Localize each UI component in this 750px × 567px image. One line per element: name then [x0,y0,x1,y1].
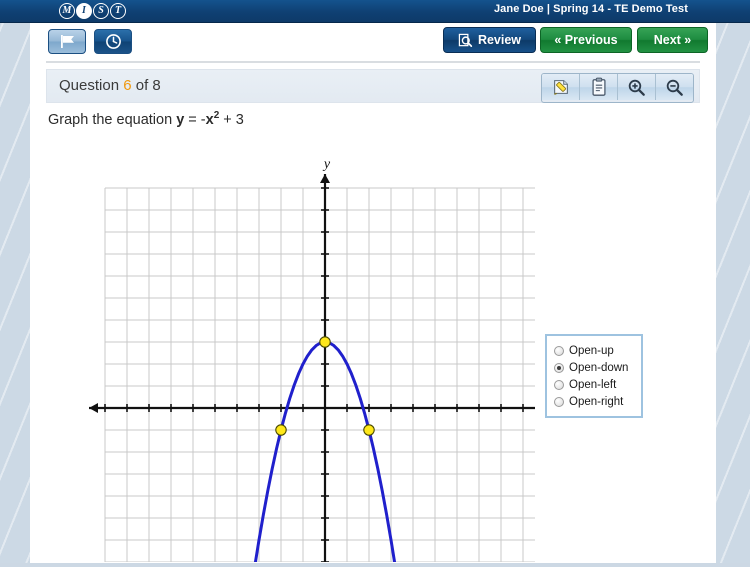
mist-logo: M I S T [59,2,126,20]
previous-button-label: « Previous [554,33,618,47]
highlighter-tool-button[interactable] [542,74,580,100]
choice-label-open-down: Open-down [569,361,629,374]
prompt-equals: = - [184,111,206,128]
graph-point-point[interactable] [275,424,287,436]
test-content-panel: Review « Previous Next » Question 6 of 8 [30,22,716,567]
previous-button[interactable]: « Previous [540,27,632,53]
next-button[interactable]: Next » [637,27,708,53]
logo-letter-t: T [110,3,126,19]
choice-open-down[interactable]: Open-down [554,359,636,376]
radio-open-down[interactable] [554,362,564,373]
flag-question-button[interactable] [48,29,86,54]
question-prompt: Graph the equation y = -x2 + 3 [48,110,244,128]
question-total: 8 [152,77,161,94]
coordinate-graph[interactable]: y x [45,132,576,567]
prompt-text: Graph the equation [48,111,177,128]
graph-canvas[interactable]: y x [45,132,576,567]
question-counter: Question 6 of 8 [59,77,161,94]
notepad-icon [591,77,606,96]
choice-open-up[interactable]: Open-up [554,342,636,359]
choice-label-open-right: Open-right [569,395,624,408]
choice-label-open-up: Open-up [569,344,614,357]
prompt-variable-x: x [205,111,214,128]
zoom-in-tool-button[interactable] [618,74,656,100]
answer-choices-box: Open-up Open-down Open-left Open-right [545,334,643,418]
navigation-toolbar: Review « Previous Next » [30,22,716,60]
clock-icon [105,34,121,49]
zoom-in-icon [628,79,645,96]
question-header-bar: Question 6 of 8 [46,69,700,103]
magnifier-document-icon [458,33,473,47]
grid-lines [104,187,546,567]
choice-open-left[interactable]: Open-left [554,376,636,393]
timer-button[interactable] [94,29,132,54]
review-button-label: Review [477,33,522,47]
choice-open-right[interactable]: Open-right [554,393,636,410]
zoom-out-tool-button[interactable] [656,74,693,100]
user-session-info: Jane Doe | Spring 14 - TE Demo Test [493,3,688,15]
toolbar-divider [46,61,700,63]
review-button[interactable]: Review [443,27,536,53]
highlighter-icon [553,80,568,95]
notepad-tool-button[interactable] [580,74,618,100]
radio-open-left[interactable] [554,379,564,390]
radio-open-right[interactable] [554,396,564,407]
question-number: 6 [123,77,132,94]
radio-open-up[interactable] [554,345,564,356]
app-header-bar: M I S T Jane Doe | Spring 14 - TE Demo T… [0,0,750,23]
logo-letter-m: M [59,3,75,19]
y-axis-label: y [322,157,331,172]
question-label-prefix: Question [59,77,120,94]
prompt-suffix: + 3 [219,111,244,128]
logo-letter-i: I [76,3,92,19]
zoom-out-icon [666,79,683,96]
next-button-label: Next » [653,33,692,47]
logo-letter-s: S [93,3,109,19]
question-label-middle: of [135,77,149,94]
graph-point-point[interactable] [363,424,375,436]
graph-point-vertex[interactable] [319,336,331,348]
flag-icon [60,35,74,48]
question-tool-tray [541,73,694,103]
choice-label-open-left: Open-left [569,378,617,391]
